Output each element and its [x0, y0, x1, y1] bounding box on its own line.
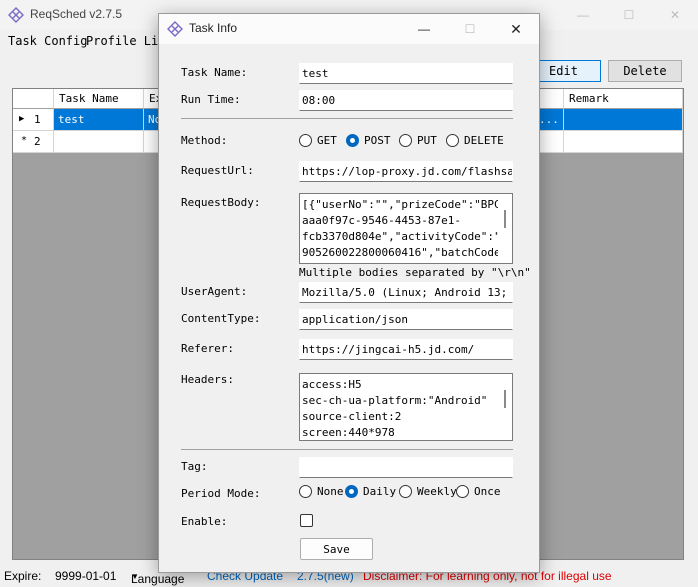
- radio-label: PUT: [417, 134, 437, 147]
- task-name-label: Task Name:: [181, 66, 248, 79]
- radio-icon: [299, 485, 312, 498]
- expire-label: Expire:: [4, 569, 42, 583]
- text-line: [{"userNo":"","prizeCode":"BPC:: [302, 198, 498, 211]
- radio-label: Daily: [363, 485, 397, 498]
- language-label: Language: [131, 572, 185, 586]
- row-number: 1: [34, 113, 41, 126]
- request-url-input[interactable]: https://lop-proxy.jd.com/flashsale/: [299, 161, 513, 182]
- request-body-textarea[interactable]: [{"userNo":"","prizeCode":"BPC: aaa0f97c…: [299, 193, 513, 264]
- text-line: aaa0f97c-9546-4453-87e1-: [302, 214, 461, 227]
- save-button[interactable]: Save: [300, 538, 373, 560]
- period-mode-label: Period Mode:: [181, 487, 261, 500]
- radio-label: Once: [474, 485, 501, 498]
- radio-icon: [446, 134, 459, 147]
- radio-label: DELETE: [464, 134, 504, 147]
- task-info-dialog: Task Info — ☐ ✕ Task Name: test Run Time…: [158, 13, 540, 573]
- row-header[interactable]: ▶ 1: [13, 109, 54, 131]
- method-radio-post[interactable]: POST: [346, 134, 391, 147]
- user-agent-label: UserAgent:: [181, 285, 248, 298]
- method-radio-put[interactable]: PUT: [399, 134, 437, 147]
- expire-date: 9999-01-01: [55, 569, 117, 583]
- delete-button[interactable]: Delete: [608, 60, 682, 82]
- headers-textarea[interactable]: access:H5 sec-ch-ua-platform:"Android" s…: [299, 373, 513, 441]
- method-radio-delete[interactable]: DELETE: [446, 134, 504, 147]
- enable-label: Enable:: [181, 515, 228, 528]
- separator: [181, 449, 513, 450]
- run-time-label: Run Time:: [181, 93, 241, 106]
- radio-label: GET: [317, 134, 337, 147]
- enable-checkbox[interactable]: [300, 514, 313, 527]
- dialog-minimize-button[interactable]: —: [401, 14, 447, 44]
- radio-checked-icon: [345, 485, 358, 498]
- cell-task-name[interactable]: [54, 131, 144, 153]
- period-radio-weekly[interactable]: Weekly: [399, 485, 457, 498]
- referer-input[interactable]: https://jingcai-h5.jd.com/: [299, 339, 513, 360]
- cell-remark[interactable]: [564, 109, 683, 131]
- app-logo-icon: [8, 7, 24, 23]
- dialog-title-bar: Task Info — ☐ ✕: [159, 14, 539, 44]
- period-radio-none[interactable]: None: [299, 485, 344, 498]
- period-radio-daily[interactable]: Daily: [345, 485, 396, 498]
- separator: [181, 118, 513, 119]
- text-line: fcb3370d804e","activityCode":"1: [302, 230, 498, 243]
- text-line: source-client:2: [302, 410, 402, 423]
- user-agent-input[interactable]: Mozilla/5.0 (Linux; Android 13; M2C: [299, 282, 513, 303]
- main-close-button[interactable]: ✕: [652, 0, 698, 30]
- content-type-input[interactable]: application/json: [299, 309, 513, 330]
- referer-label: Referer:: [181, 342, 234, 355]
- cell-remark[interactable]: [564, 131, 683, 153]
- method-label: Method:: [181, 134, 228, 147]
- radio-label: None: [317, 485, 344, 498]
- task-name-input[interactable]: test: [299, 63, 513, 84]
- dialog-close-button[interactable]: ✕: [493, 14, 539, 44]
- main-maximize-button[interactable]: ☐: [606, 0, 652, 30]
- column-header-task-name[interactable]: Task Name: [54, 89, 144, 109]
- column-header-remark[interactable]: Remark: [564, 89, 683, 109]
- body-separator-hint: Multiple bodies separated by "\r\n": [299, 266, 531, 279]
- radio-icon: [399, 485, 412, 498]
- menu-task-config[interactable]: Task Config: [8, 34, 87, 48]
- tag-label: Tag:: [181, 460, 208, 473]
- radio-label: POST: [364, 134, 391, 147]
- radio-checked-icon: [346, 134, 359, 147]
- dialog-title: Task Info: [189, 21, 238, 35]
- text-line: screen:440*978: [302, 426, 395, 439]
- grid-corner-header[interactable]: [13, 89, 54, 109]
- period-radio-once[interactable]: Once: [456, 485, 501, 498]
- headers-label: Headers:: [181, 373, 234, 386]
- request-body-label: RequestBody:: [181, 196, 261, 209]
- radio-label: Weekly: [417, 485, 457, 498]
- row-header[interactable]: * 2: [13, 131, 54, 153]
- dialog-maximize-button: ☐: [464, 22, 476, 36]
- text-line: access:H5: [302, 378, 362, 391]
- dropdown-arrow-icon: ▼: [131, 572, 139, 581]
- request-url-label: RequestUrl:: [181, 164, 254, 177]
- tag-input[interactable]: [299, 457, 513, 478]
- app-logo-icon: [167, 21, 183, 37]
- new-row-asterisk-icon: *: [21, 135, 28, 146]
- scrollbar-thumb[interactable]: [504, 210, 506, 228]
- scrollbar-thumb[interactable]: [504, 390, 506, 408]
- main-minimize-button[interactable]: —: [560, 0, 606, 30]
- main-window-title: ReqSched v2.7.5: [30, 7, 123, 21]
- radio-icon: [456, 485, 469, 498]
- method-radio-get[interactable]: GET: [299, 134, 337, 147]
- current-row-arrow-icon: ▶: [19, 114, 25, 124]
- radio-icon: [299, 134, 312, 147]
- text-line: 905260022800060416","batchCode": [302, 246, 498, 259]
- text-line: sec-ch-ua-platform:"Android": [302, 394, 488, 407]
- row-number: 2: [34, 135, 41, 148]
- content-type-label: ContentType:: [181, 312, 261, 325]
- radio-icon: [399, 134, 412, 147]
- run-time-input[interactable]: 08:00: [299, 90, 513, 111]
- cell-task-name[interactable]: test: [54, 109, 144, 131]
